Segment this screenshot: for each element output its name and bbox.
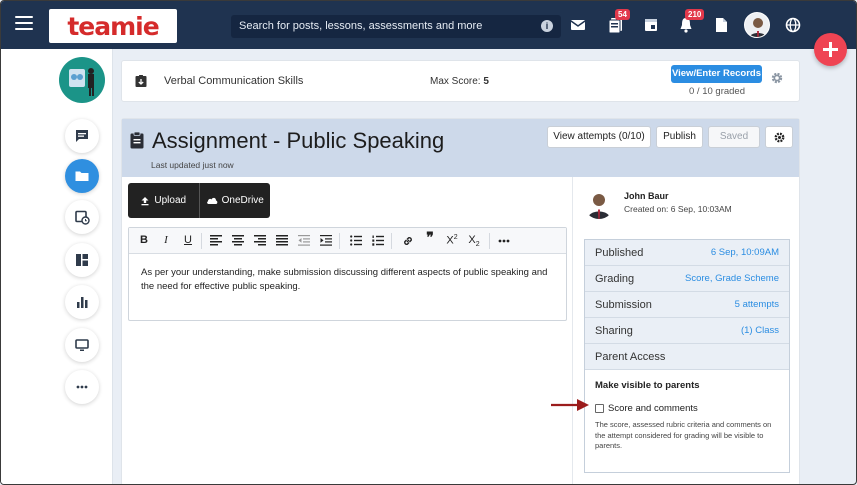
indent-icon[interactable] <box>319 235 333 246</box>
more-options-icon[interactable] <box>497 239 511 243</box>
underline-icon[interactable]: U <box>181 234 195 246</box>
search-input[interactable]: Search for posts, lessons, assessments a… <box>231 15 561 38</box>
detail-key: Parent Access <box>595 351 666 363</box>
score-comments-checkbox[interactable] <box>595 404 604 413</box>
rubric-title: Verbal Communication Skills <box>164 75 304 87</box>
detail-row-sharing[interactable]: Sharing (1) Class <box>585 318 789 344</box>
detail-value[interactable]: 6 Sep, 10:09AM <box>711 247 779 258</box>
assignment-details: Published 6 Sep, 10:09AM Grading Score, … <box>584 239 790 473</box>
detail-row-submission[interactable]: Submission 5 attempts <box>585 292 789 318</box>
clipboard-icon <box>129 131 145 154</box>
align-right-icon[interactable] <box>253 235 267 246</box>
class-thumbnail[interactable] <box>59 57 105 103</box>
assessment-icon <box>134 74 148 93</box>
folder-icon[interactable] <box>65 159 99 193</box>
view-attempts-button[interactable]: View attempts (0/10) <box>547 126 651 148</box>
detail-key: Sharing <box>595 325 633 337</box>
detail-key: Published <box>595 247 644 259</box>
justify-icon[interactable] <box>275 235 289 246</box>
app-window: teamie Search for posts, lessons, assess… <box>0 0 857 485</box>
screen-icon[interactable] <box>65 328 99 362</box>
detail-key: Submission <box>595 299 652 311</box>
parent-access-note: The score, assessed rubric criteria and … <box>595 420 772 450</box>
toolbar-divider <box>201 233 202 249</box>
gear-icon <box>774 132 784 142</box>
cloud-icon <box>206 197 217 204</box>
detail-row-parent-access[interactable]: Parent Access <box>585 344 789 370</box>
graded-count: 0 / 10 graded <box>689 86 745 97</box>
superscript-icon[interactable]: X2 <box>445 234 459 247</box>
detail-value[interactable]: (1) Class <box>741 325 779 336</box>
analytics-icon[interactable] <box>65 285 99 319</box>
search-placeholder: Search for posts, lessons, assessments a… <box>239 20 483 32</box>
toolbar-divider <box>339 233 340 249</box>
info-icon[interactable]: i <box>541 20 553 32</box>
score-comments-label[interactable]: Score and comments <box>608 403 698 414</box>
teacher-avatar <box>584 189 614 219</box>
italic-icon[interactable]: I <box>159 234 173 246</box>
documents-icon[interactable] <box>712 16 732 36</box>
page-title: Assignment - Public Speaking <box>152 128 445 153</box>
onedrive-label: OneDrive <box>221 195 264 206</box>
saved-button[interactable]: Saved <box>708 126 760 148</box>
upload-label: Upload <box>154 195 187 206</box>
notifications-icon[interactable]: 210 <box>677 9 705 36</box>
toolbar-divider <box>489 233 490 249</box>
detail-value[interactable]: Score, Grade Scheme <box>685 273 779 284</box>
link-icon[interactable] <box>401 235 415 247</box>
detail-key: Grading <box>595 273 635 285</box>
top-nav-bar: teamie Search for posts, lessons, assess… <box>1 1 856 49</box>
assignment-description[interactable]: As per your understanding, make submissi… <box>141 266 561 294</box>
schedule-icon[interactable] <box>65 200 99 234</box>
globe-icon[interactable] <box>784 16 804 36</box>
align-left-icon[interactable] <box>209 235 223 246</box>
quote-icon[interactable]: ❞ <box>423 230 437 246</box>
detail-value[interactable]: 5 attempts <box>735 299 779 310</box>
mail-icon[interactable] <box>569 16 589 36</box>
max-score: Max Score: 5 <box>430 76 489 87</box>
onedrive-button[interactable]: OneDrive <box>198 183 271 218</box>
bullet-list-icon[interactable] <box>349 235 363 246</box>
detail-row-published[interactable]: Published 6 Sep, 10:09AM <box>585 240 789 266</box>
parent-access-heading: Make visible to parents <box>595 380 700 391</box>
calendar-icon[interactable] <box>642 16 662 36</box>
max-score-label: Max Score: <box>430 76 481 87</box>
annotation-arrow-icon <box>551 399 589 411</box>
dashboard-icon[interactable] <box>65 243 99 277</box>
detail-row-grading[interactable]: Grading Score, Grade Scheme <box>585 266 789 292</box>
publish-button[interactable]: Publish <box>656 126 703 148</box>
left-sidebar <box>1 49 113 484</box>
posts-icon[interactable]: 54 <box>607 9 630 36</box>
align-center-icon[interactable] <box>231 235 245 246</box>
upload-button[interactable]: Upload <box>128 183 199 218</box>
more-icon[interactable] <box>65 370 99 404</box>
upload-button-group: Upload OneDrive <box>128 183 270 218</box>
add-button[interactable] <box>814 33 847 66</box>
menu-icon[interactable] <box>15 16 33 34</box>
toolbar-divider <box>391 233 392 249</box>
score-bar: Verbal Communication Skills Max Score: 5… <box>121 60 800 102</box>
editor-toolbar: B I U ❞ X2 X2 <box>129 228 566 254</box>
numbered-list-icon[interactable] <box>371 235 385 246</box>
settings-button[interactable] <box>765 126 793 148</box>
teacher-name[interactable]: John Baur <box>624 191 669 201</box>
max-score-value: 5 <box>483 76 489 87</box>
subscript-icon[interactable]: X2 <box>467 234 481 248</box>
rich-text-editor[interactable]: B I U ❞ X2 X2 As per your understanding,… <box>128 227 567 321</box>
bold-icon[interactable]: B <box>137 234 151 246</box>
view-enter-records-button[interactable]: View/Enter Records <box>671 65 762 83</box>
messages-icon[interactable] <box>65 119 99 153</box>
upload-icon <box>141 196 149 205</box>
notifications-badge: 210 <box>685 9 705 20</box>
teamie-logo[interactable]: teamie <box>49 9 177 43</box>
outdent-icon[interactable] <box>297 235 311 246</box>
assignment-card: Assignment - Public Speaking Last update… <box>121 118 800 484</box>
created-date: Created on: 6 Sep, 10:03AM <box>624 204 732 214</box>
gear-icon[interactable] <box>770 71 784 90</box>
posts-badge: 54 <box>615 9 630 20</box>
panel-divider <box>572 177 573 484</box>
last-updated: Last updated just now <box>151 160 234 170</box>
user-avatar[interactable] <box>744 12 770 38</box>
assignment-header: Assignment - Public Speaking Last update… <box>122 119 799 177</box>
